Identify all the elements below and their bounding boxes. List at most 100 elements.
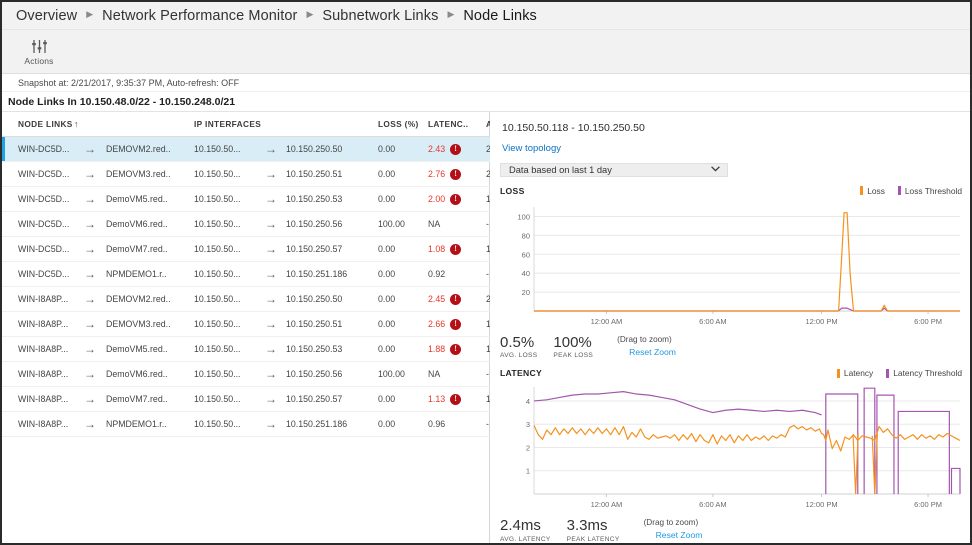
arrow-right-icon: → [256,287,286,312]
breadcrumb-item-subnetwork-links[interactable]: Subnetwork Links [322,8,438,24]
svg-text:4: 4 [526,397,530,406]
legend-item-latency: Latency [837,368,873,378]
chevron-right-icon: ▶ [306,9,313,20]
cell-source-ip: 10.150.50... [194,137,256,162]
arrow-right-icon: → [74,237,106,262]
svg-text:12:00 PM: 12:00 PM [805,317,837,326]
latency-chart-header: LATENCY Latency Latency Threshold [500,368,966,378]
legend-swatch-loss-threshold [898,186,901,195]
cell-destination-ip: 10.150.250.56 [286,212,378,237]
svg-text:6:00 PM: 6:00 PM [914,317,942,326]
view-topology-link[interactable]: View topology [500,143,561,154]
command-toolbar: Actions [2,30,970,74]
table-row[interactable]: WIN-I8A8P...→DemoVM6.red..10.150.50...→1… [2,362,522,387]
cell-destination-node: DemoVM7.red.. [106,237,194,262]
arrow-right-icon: → [256,362,286,387]
arrow-right-icon: → [256,262,286,287]
peak-latency-value: 3.3ms [567,518,608,534]
arrow-right-icon: → [74,287,106,312]
column-header-loss[interactable]: LOSS (%) [378,112,428,137]
breadcrumb-item-network-performance-monitor[interactable]: Network Performance Monitor [102,8,297,24]
loss-chart[interactable]: 2040608010012:00 AM6:00 AM12:00 PM6:00 P… [500,199,966,331]
cell-destination-ip: 10.150.250.56 [286,362,378,387]
loss-reset-zoom-link[interactable]: Reset Zoom [629,347,676,357]
table-row[interactable]: WIN-DC5D...→DemoVM6.red..10.150.50...→10… [2,212,522,237]
cell-source-ip: 10.150.50... [194,412,256,437]
column-header-node-links[interactable]: NODE LINKS [2,112,74,137]
peak-latency-stat: 3.3ms PEAK LATENCY [567,518,620,543]
table-row[interactable]: WIN-I8A8P...→DEMOVM2.red..10.150.50...→1… [2,287,522,312]
breadcrumb: Overview ▶ Network Performance Monitor ▶… [2,2,970,30]
snapshot-text: Snapshot at: 2/21/2017, 9:35:37 PM, Auto… [18,78,239,88]
filter-sliders-icon [31,37,48,54]
page-title: Node Links In 10.150.48.0/22 - 10.150.24… [8,96,235,108]
latency-chart-title: LATENCY [500,368,542,378]
legend-label-loss: Loss [867,186,885,196]
actions-button[interactable]: Actions [12,32,66,72]
cell-source-node: WIN-DC5D... [2,212,74,237]
table-row[interactable]: WIN-I8A8P...→DEMOVM3.red..10.150.50...→1… [2,312,522,337]
cell-loss: 0.00 [378,387,428,412]
breadcrumb-item-overview[interactable]: Overview [16,8,77,24]
cell-destination-ip: 10.150.250.51 [286,312,378,337]
arrow-right-icon: → [74,262,106,287]
cell-source-node: WIN-I8A8P... [2,362,74,387]
alert-severity-icon: ! [450,169,461,180]
column-header-sort-indicator[interactable]: ↑ [74,112,106,137]
table-row[interactable]: WIN-DC5D...→DEMOVM3.red..10.150.50...→10… [2,162,522,187]
cell-destination-ip: 10.150.250.51 [286,162,378,187]
cell-destination-node: DEMOVM2.red.. [106,137,194,162]
time-range-select[interactable]: Data based on last 1 day [500,163,728,177]
arrow-right-icon: → [74,387,106,412]
legend-item-latency-threshold: Latency Threshold [886,368,962,378]
avg-latency-stat: 2.4ms AVG. LATENCY [500,518,551,543]
chevron-down-icon [711,165,720,174]
cell-source-node: WIN-DC5D... [2,237,74,262]
column-header-spacer [106,112,194,137]
legend-item-loss-threshold: Loss Threshold [898,186,962,196]
peak-loss-caption: PEAK LOSS [553,352,593,359]
cell-loss: 0.00 [378,137,428,162]
cell-source-node: WIN-DC5D... [2,187,74,212]
table-row[interactable]: WIN-DC5D...→NPMDEMO1.r..10.150.50...→10.… [2,262,522,287]
cell-destination-ip: 10.150.250.57 [286,387,378,412]
cell-destination-ip: 10.150.250.53 [286,187,378,212]
cell-source-ip: 10.150.50... [194,287,256,312]
table-row[interactable]: WIN-DC5D...→DemoVM7.red..10.150.50...→10… [2,237,522,262]
latency-value: 2.76 [428,169,445,179]
cell-loss: 100.00 [378,212,428,237]
table-row[interactable]: WIN-I8A8P...→DemoVM7.red..10.150.50...→1… [2,387,522,412]
arrow-right-icon: → [74,137,106,162]
svg-text:2: 2 [526,444,530,453]
table-row[interactable]: WIN-DC5D...→DEMOVM2.red..10.150.50...→10… [2,137,522,162]
cell-source-ip: 10.150.50... [194,387,256,412]
time-range-select-value: Data based on last 1 day [509,165,612,175]
column-header-latency[interactable]: LATENC.. [428,112,486,137]
cell-source-ip: 10.150.50... [194,337,256,362]
loss-chart-title: LOSS [500,186,525,196]
cell-latency: 1.88! [428,337,486,362]
legend-label-latency: Latency [844,368,873,378]
table-row[interactable]: WIN-I8A8P...→NPMDEMO1.r..10.150.50...→10… [2,412,522,437]
breadcrumb-item-node-links[interactable]: Node Links [463,8,537,24]
latency-reset-zoom-link[interactable]: Reset Zoom [656,530,703,540]
alert-severity-icon: ! [450,194,461,205]
table-row[interactable]: WIN-DC5D...→DemoVM5.red..10.150.50...→10… [2,187,522,212]
cell-destination-node: DemoVM5.red.. [106,187,194,212]
cell-destination-node: DemoVM6.red.. [106,362,194,387]
arrow-right-icon: → [256,237,286,262]
latency-chart[interactable]: 123412:00 AM6:00 AM12:00 PM6:00 PM [500,381,966,514]
avg-loss-value: 0.5% [500,335,534,351]
cell-destination-node: DemoVM6.red.. [106,212,194,237]
arrow-right-icon: → [74,162,106,187]
arrow-right-icon: → [256,412,286,437]
column-header-ip-interfaces[interactable]: IP INTERFACES [194,112,256,137]
cell-destination-ip: 10.150.251.186 [286,262,378,287]
table-row[interactable]: WIN-I8A8P...→DemoVM5.red..10.150.50...→1… [2,337,522,362]
node-links-table: NODE LINKS ↑ IP INTERFACES LOSS (%) LATE… [2,112,522,437]
cell-loss: 0.00 [378,237,428,262]
svg-text:12:00 AM: 12:00 AM [591,317,623,326]
alert-severity-icon: ! [450,344,461,355]
svg-text:6:00 AM: 6:00 AM [699,317,727,326]
cell-destination-node: NPMDEMO1.r.. [106,262,194,287]
